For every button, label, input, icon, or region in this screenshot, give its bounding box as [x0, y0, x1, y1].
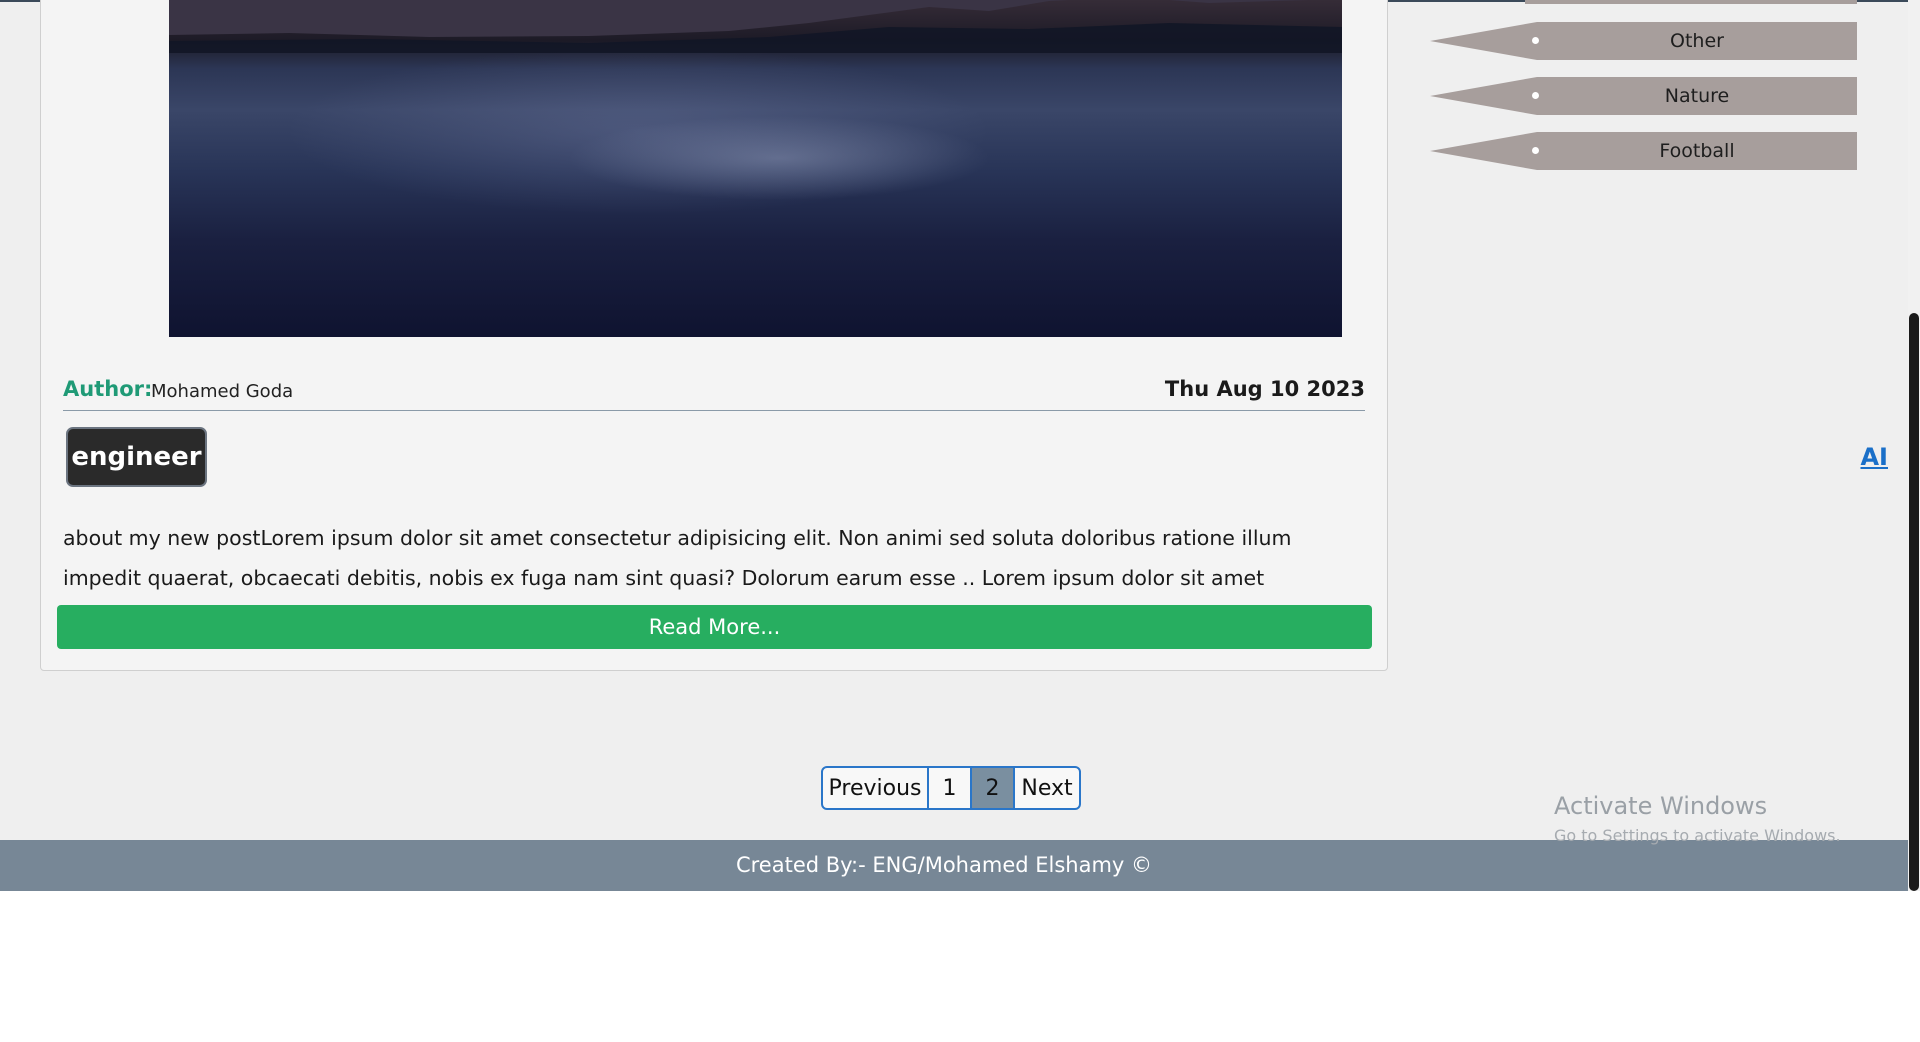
sidebar-item-label: Other: [1670, 30, 1724, 52]
activation-watermark-title: Activate Windows: [1554, 792, 1768, 820]
sidebar-item-partial: [1525, 0, 1857, 4]
sidebar-item-label: Football: [1659, 140, 1735, 162]
sidebar-item-other[interactable]: Other: [1430, 22, 1857, 60]
sidebar-item-football[interactable]: Football: [1430, 132, 1857, 170]
sidebar-item-nature[interactable]: Nature: [1430, 77, 1857, 115]
post-meta-row: Author: Mohamed Goda Thu Aug 10 2023: [63, 377, 1365, 411]
footer-credit: Created By:- ENG/Mohamed Elshamy ©: [735, 853, 1153, 877]
author-name: Mohamed Goda: [151, 381, 294, 402]
scrollbar-thumb[interactable]: [1909, 313, 1919, 891]
previous-page-button[interactable]: Previous: [821, 766, 929, 810]
pagination: Previous 1 2 Next: [821, 766, 1081, 810]
category-link[interactable]: AI: [1860, 443, 1888, 471]
post-image: [169, 0, 1342, 337]
read-more-button[interactable]: Read More...: [57, 605, 1372, 649]
footer: Created By:- ENG/Mohamed Elshamy ©: [0, 840, 1908, 891]
mountain-silhouette: [169, 0, 1342, 53]
author-label: Author:: [63, 377, 153, 401]
activation-watermark-subtitle: Go to Settings to activate Windows.: [1554, 826, 1841, 845]
page-1-button[interactable]: 1: [927, 766, 972, 810]
sidebar-item-label: Nature: [1664, 85, 1730, 107]
tag-badge[interactable]: engineer: [66, 427, 207, 487]
page-2-button[interactable]: 2: [970, 766, 1015, 810]
next-page-button[interactable]: Next: [1013, 766, 1081, 810]
post-date: Thu Aug 10 2023: [1164, 377, 1365, 401]
